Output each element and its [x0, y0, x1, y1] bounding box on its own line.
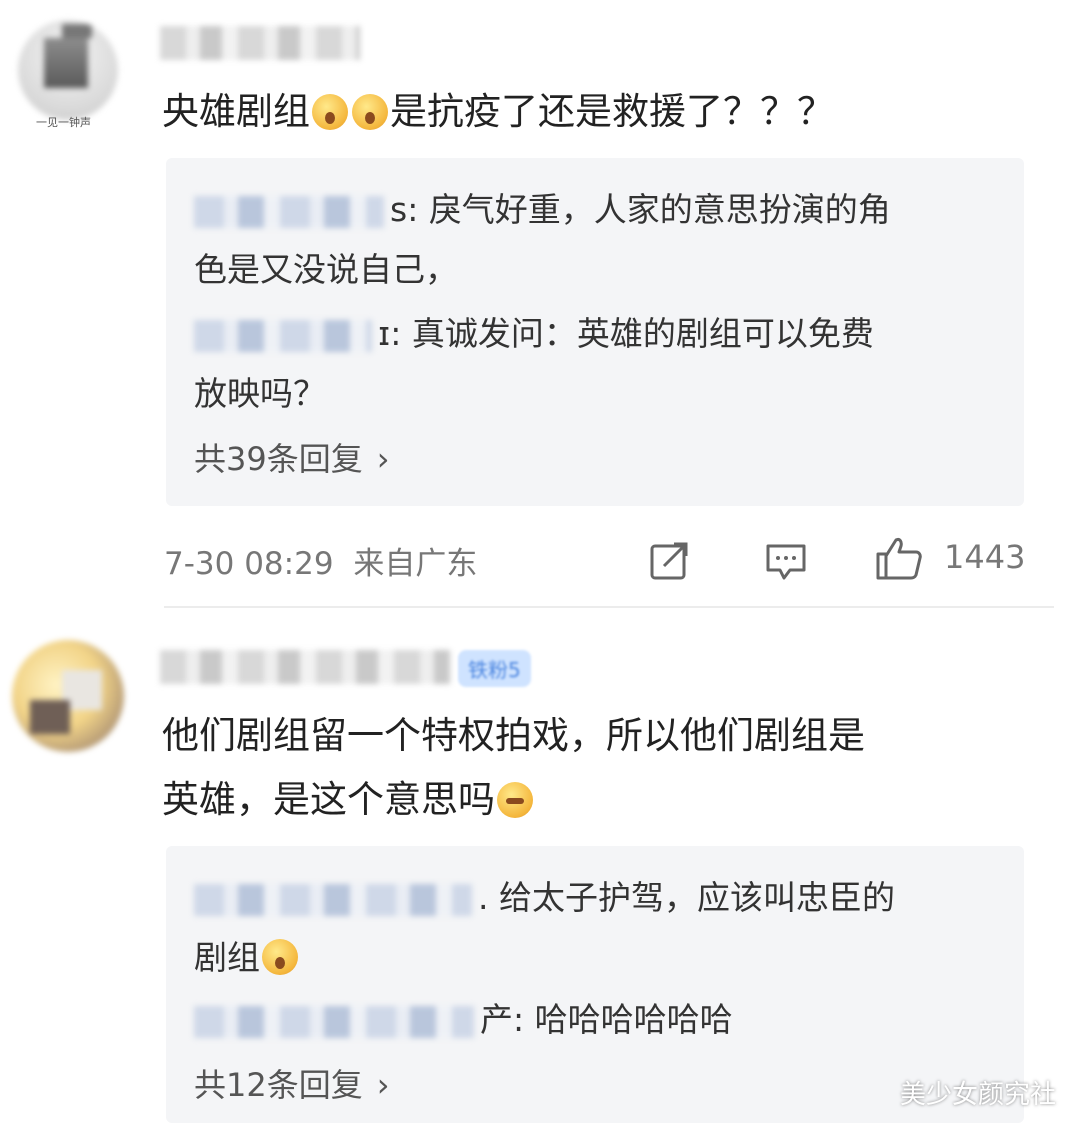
reply-2-1: . 给太子护驾，应该叫忠臣的 剧组 — [194, 868, 994, 988]
reply-text: 放映吗？ — [194, 374, 326, 413]
reply-box-1: s: 戾气好重，人家的意思扮演的角 色是又没说自己， ɪ: 真诚发问：英雄的剧组… — [166, 158, 1024, 506]
fan-badge: 铁粉5 — [458, 650, 531, 687]
reply-text: 给太子护驾，应该叫忠臣的 — [488, 878, 895, 917]
comment-1-meta: 7-30 08:29 来自广东 — [164, 538, 477, 583]
comment-1-text-part1: 央雄剧组 — [162, 90, 310, 133]
reply-text: 色是又没说自己， — [194, 250, 458, 289]
reply-text: 戾气好重，人家的意思扮演的角 — [418, 190, 891, 229]
comment-1-text: 央雄剧组 是抗疫了还是救援了？？？ — [162, 80, 834, 144]
reply-username[interactable] — [194, 1005, 474, 1038]
watermark: 美少女颜究社 — [900, 1080, 1057, 1110]
reply-2-2: 产: 哈哈哈哈哈哈 — [194, 990, 994, 1050]
username-1[interactable] — [160, 26, 360, 60]
chevron-right-icon: › — [376, 440, 390, 478]
user-avatar-2[interactable] — [12, 640, 124, 752]
comment-2-text: 他们剧组留一个特权拍戏，所以他们剧组是 英雄，是这个意思吗 — [162, 704, 865, 832]
reply-username[interactable] — [194, 195, 384, 228]
emoji-surprised-icon — [312, 94, 348, 130]
reply-text: 真诚发问：英雄的剧组可以免费 — [401, 314, 874, 353]
comment-icon[interactable] — [764, 540, 808, 582]
reply-1-1: s: 戾气好重，人家的意思扮演的角 色是又没说自己， — [194, 180, 994, 300]
avatar-caption: 一见一钟声 — [36, 116, 91, 129]
more-replies-label: 共39条回复 — [194, 440, 363, 478]
like-count: 1443 — [944, 538, 1026, 576]
reply-username[interactable] — [194, 319, 372, 352]
reply-1-2: ɪ: 真诚发问：英雄的剧组可以免费 放映吗？ — [194, 304, 994, 424]
emoji-wink-icon — [497, 782, 533, 818]
badge-label: 铁粉5 — [468, 658, 521, 682]
location: 来自广东 — [353, 546, 478, 582]
username-2[interactable] — [160, 650, 450, 684]
reply-username[interactable] — [194, 883, 472, 916]
user-avatar-1[interactable] — [18, 20, 118, 120]
reply-username-suffix: 产: — [480, 1000, 525, 1039]
like-icon[interactable] — [874, 534, 924, 582]
more-replies-link-1[interactable]: 共39条回复 › — [194, 434, 390, 480]
more-replies-label: 共12条回复 — [194, 1066, 363, 1104]
comment-divider — [164, 606, 1054, 608]
reply-username-suffix: s: — [390, 190, 419, 229]
reply-username-suffix: ɪ: — [378, 314, 402, 353]
emoji-surprised-icon — [352, 94, 388, 130]
comment-1-text-part2: 是抗疫了还是救援了？？？ — [390, 90, 834, 133]
reply-username-suffix: . — [478, 878, 489, 917]
more-replies-link-2[interactable]: 共12条回复 › — [194, 1060, 390, 1106]
reply-box-2: . 给太子护驾，应该叫忠臣的 剧组 产: 哈哈哈哈哈哈 共12条回复 › — [166, 846, 1024, 1123]
chevron-right-icon: › — [376, 1066, 390, 1104]
share-icon[interactable] — [648, 538, 692, 582]
comment-2-text-line2: 英雄，是这个意思吗 — [162, 778, 495, 821]
reply-text: 剧组 — [194, 938, 260, 977]
emoji-cry-icon — [262, 939, 298, 975]
timestamp: 7-30 08:29 — [164, 546, 334, 582]
comment-2-text-line1: 他们剧组留一个特权拍戏，所以他们剧组是 — [162, 714, 865, 757]
reply-text: 哈哈哈哈哈哈 — [524, 1000, 733, 1039]
